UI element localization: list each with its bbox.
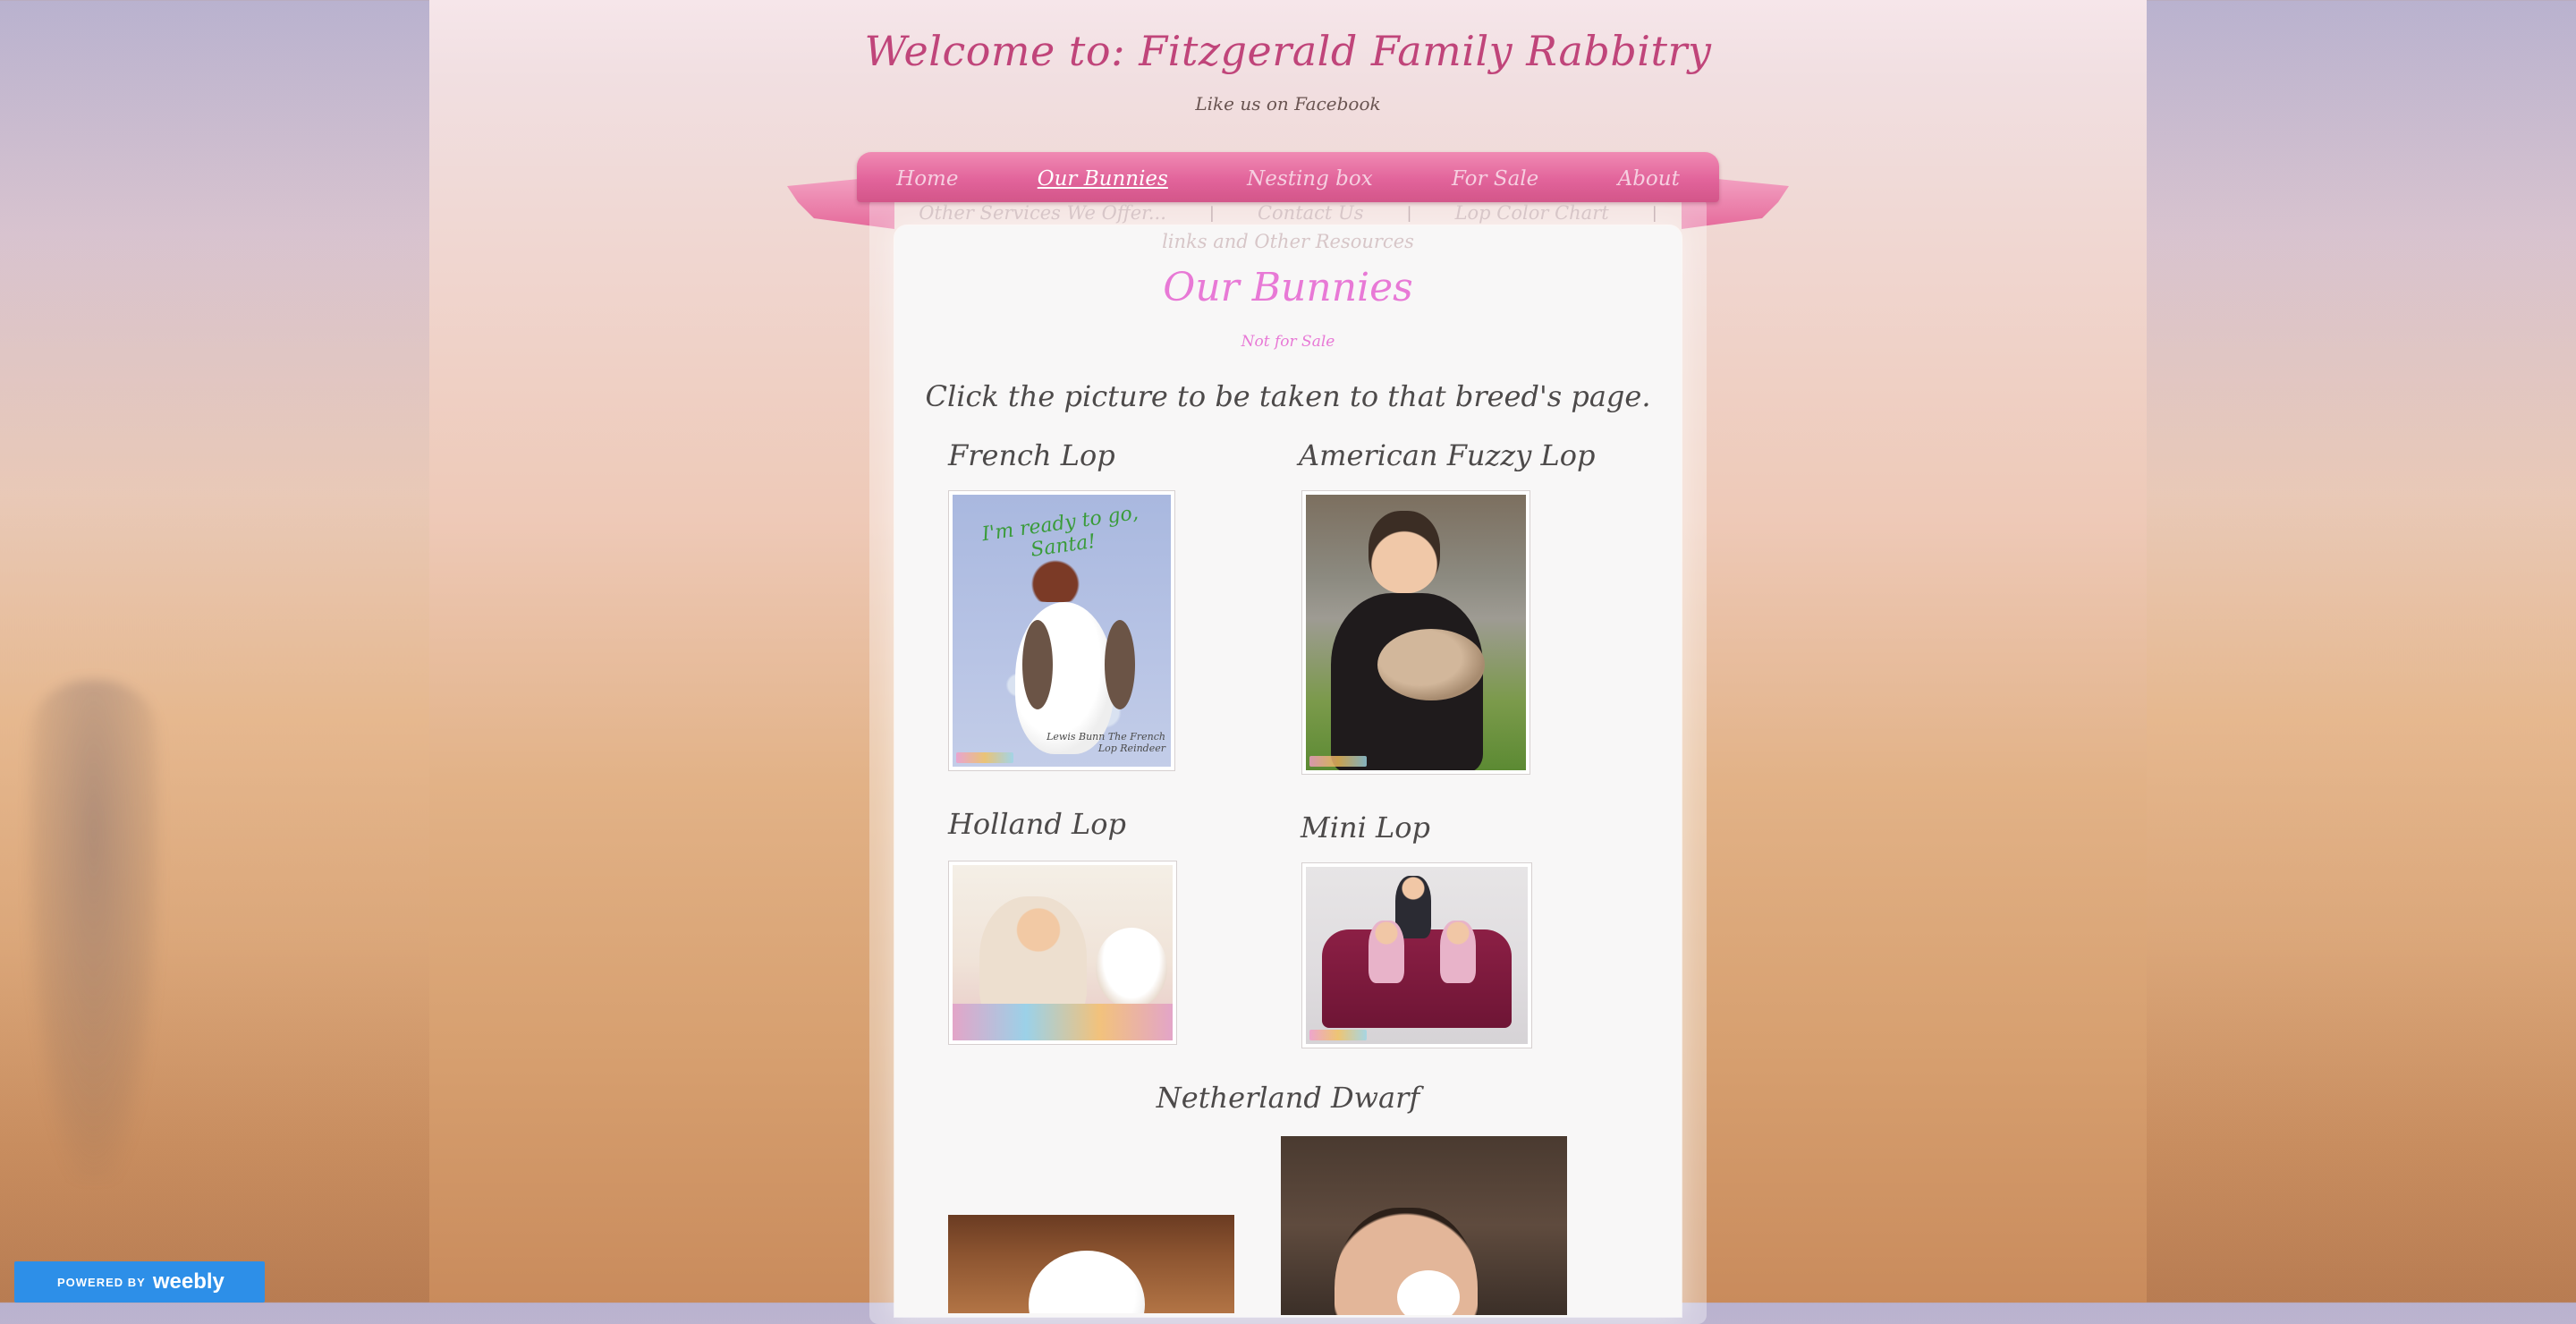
breed-photo-holland-lop[interactable] [948, 861, 1177, 1045]
tertiary-nav: links and Other Resources [930, 231, 1646, 258]
powered-by-label: POWERED BY [57, 1275, 146, 1289]
netherland-dwarf-image-2 [1281, 1136, 1567, 1315]
weebly-badge[interactable]: POWERED BY weebly [14, 1261, 265, 1303]
breed-photo-netherland-dwarf-1[interactable] [948, 1215, 1234, 1313]
page-subtitle: Not for Sale [1241, 333, 1335, 351]
nav-item-our-bunnies[interactable]: Our Bunnies [1038, 167, 1168, 191]
french-lop-image: I'm ready to go, Santa! Lewis Bunn The F… [953, 495, 1171, 767]
bunny-figure [1377, 629, 1485, 700]
nav-item-home[interactable]: Home [896, 167, 958, 191]
photo-credit-line1: Lewis Bunn The French [1046, 731, 1165, 743]
photographer-watermark [1309, 1030, 1367, 1040]
breed-title-mini-lop: Mini Lop [1301, 811, 1431, 844]
nav-item-lop-color-chart[interactable]: Lop Color Chart [1455, 202, 1609, 224]
breed-title-holland-lop: Holland Lop [948, 807, 1126, 841]
holland-lop-image [953, 865, 1173, 1040]
breed-photo-mini-lop[interactable] [1301, 862, 1532, 1048]
nav-item-about[interactable]: About [1618, 167, 1680, 191]
site-title[interactable]: Welcome to: Fitzgerald Family Rabbitry [0, 27, 2576, 75]
breed-photo-netherland-dwarf-2[interactable] [1281, 1136, 1567, 1315]
nav-separator: | [1208, 203, 1215, 223]
bunny-figure [1029, 1251, 1145, 1313]
page-title: Our Bunnies [1163, 265, 1413, 310]
bunny-ear [1022, 620, 1053, 709]
photo-credit: Lewis Bunn The French Lop Reindeer [1046, 731, 1165, 754]
photographer-watermark [1309, 756, 1367, 767]
boy-head [1368, 511, 1440, 593]
secondary-nav: Other Services We Offer... | Contact Us … [919, 197, 1657, 229]
background-figure-left [27, 680, 161, 1181]
nav-separator: | [1406, 203, 1412, 223]
photographer-watermark [956, 752, 1013, 763]
bed-quilt [953, 1004, 1173, 1040]
sofa [1322, 929, 1512, 1028]
breed-title-american-fuzzy-lop: American Fuzzy Lop [1299, 438, 1596, 472]
facebook-link[interactable]: Like us on Facebook [0, 93, 2576, 115]
breed-title-netherland-dwarf: Netherland Dwarf [1156, 1081, 1420, 1115]
nav-item-nesting-box[interactable]: Nesting box [1247, 167, 1373, 191]
intro-text: Click the picture to be taken to that br… [925, 379, 1651, 413]
antler-hat [1015, 557, 1096, 602]
breed-title-french-lop: French Lop [948, 438, 1115, 472]
nav-item-other-services[interactable]: Other Services We Offer... [919, 202, 1166, 224]
photo-credit-line2: Lop Reindeer [1097, 743, 1165, 754]
child-figure [1440, 921, 1476, 983]
nav-item-links-resources[interactable]: links and Other Resources [1162, 231, 1414, 252]
netherland-dwarf-image-1 [948, 1215, 1234, 1313]
child-figure [1368, 921, 1404, 983]
american-fuzzy-lop-image [1306, 495, 1526, 770]
breed-photo-american-fuzzy-lop[interactable] [1301, 490, 1530, 775]
mini-lop-image [1306, 867, 1528, 1044]
breed-photo-french-lop[interactable]: I'm ready to go, Santa! Lewis Bunn The F… [948, 490, 1175, 771]
weebly-logo-icon: weebly [152, 1269, 225, 1294]
primary-nav: Home Our Bunnies Nesting box For Sale Ab… [857, 161, 1719, 197]
bunny-ear [1105, 620, 1135, 709]
bunny-figure [1096, 928, 1167, 1008]
nav-item-contact-us[interactable]: Contact Us [1258, 202, 1364, 224]
nav-separator: | [1651, 203, 1657, 223]
nav-item-for-sale[interactable]: For Sale [1452, 167, 1538, 191]
